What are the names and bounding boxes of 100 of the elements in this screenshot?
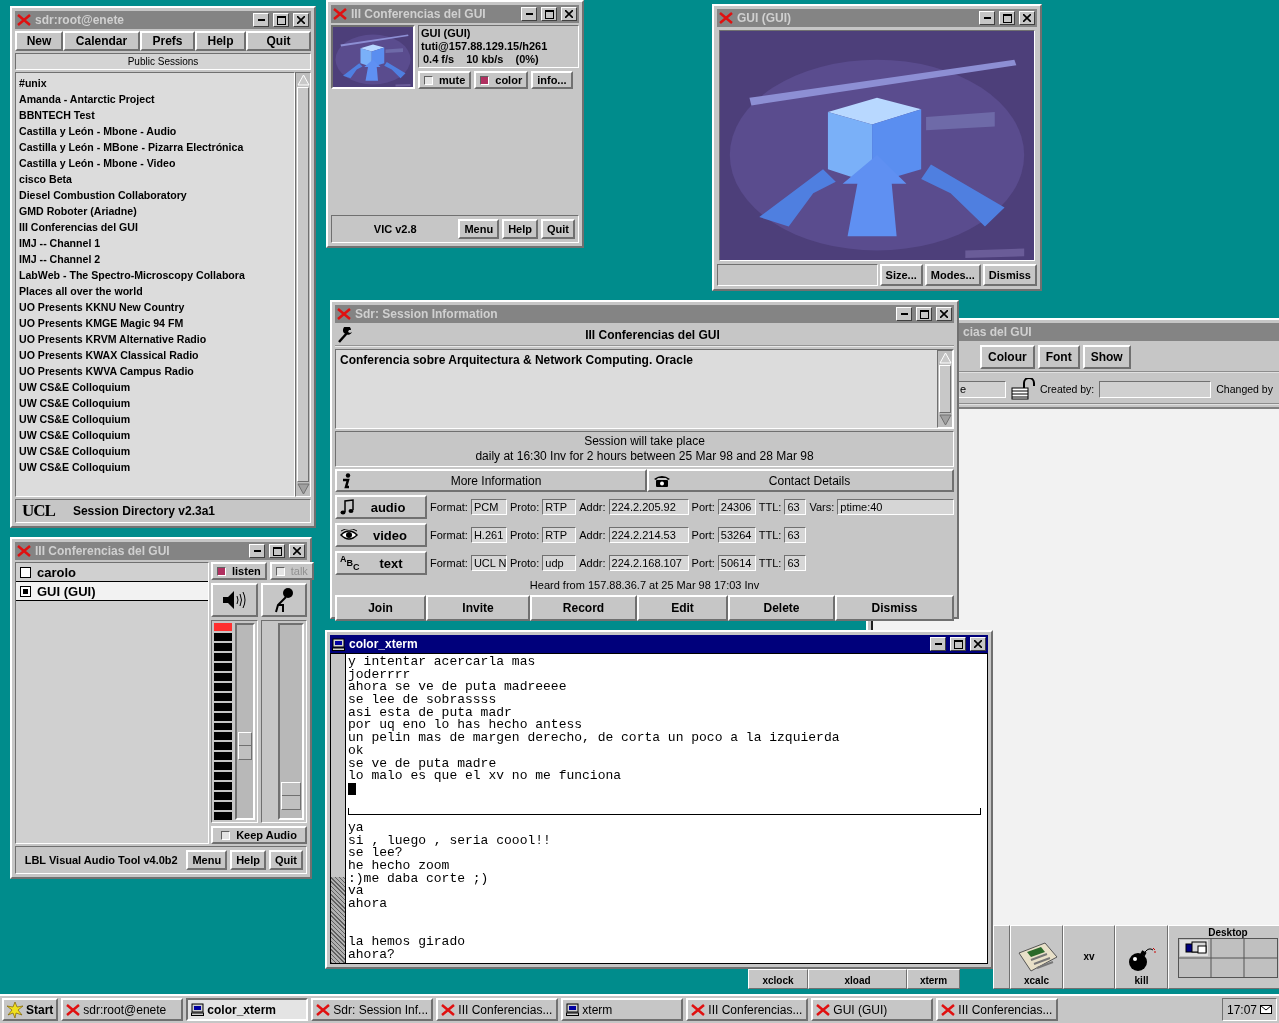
toggle-button[interactable]: mute <box>418 71 472 89</box>
maximize-button[interactable] <box>541 7 557 21</box>
menu-button[interactable]: Help <box>230 850 266 870</box>
close-button[interactable] <box>289 544 305 558</box>
session-item[interactable]: Diesel Combustion Collaboratory <box>19 187 291 203</box>
tool-button[interactable]: Show <box>1082 345 1131 369</box>
checkbox[interactable] <box>221 830 231 840</box>
info-button[interactable]: info... <box>531 71 573 89</box>
field-value[interactable]: udp <box>542 555 577 571</box>
scrollbar[interactable] <box>331 654 346 963</box>
task-button[interactable]: color_xterm <box>186 998 309 1021</box>
session-item[interactable]: UW CS&E Colloquium <box>19 411 291 427</box>
action-button[interactable]: Join <box>335 595 426 621</box>
media-button[interactable]: ABC text <box>335 551 427 575</box>
slider-thumb[interactable] <box>238 732 252 761</box>
action-button[interactable]: Invite <box>426 595 530 621</box>
minimize-button[interactable] <box>930 637 946 651</box>
details-button[interactable]: More Information <box>335 469 647 492</box>
session-item[interactable]: UO Presents KKNU New Country <box>19 299 291 315</box>
menu-button[interactable]: Menu <box>186 850 228 870</box>
session-item[interactable]: UW CS&E Colloquium <box>19 443 291 459</box>
session-item[interactable]: Castilla y León - Mbone - Audio <box>19 123 291 139</box>
session-item[interactable]: Castilla y León - Mbone - Video <box>19 155 291 171</box>
minimize-button[interactable] <box>253 13 269 27</box>
field-value[interactable]: RTP <box>542 527 577 543</box>
session-item[interactable]: UW CS&E Colloquium <box>19 459 291 475</box>
launcher-button[interactable] <box>993 925 1010 989</box>
listen-button[interactable]: listen <box>211 562 267 580</box>
microphone-button[interactable] <box>260 583 307 617</box>
session-item[interactable]: UW CS&E Colloquium <box>19 395 291 411</box>
details-button[interactable]: Contact Details <box>647 469 954 492</box>
menu-button[interactable]: Help <box>502 219 538 239</box>
task-button[interactable]: III Conferencias... <box>686 998 809 1021</box>
action-button[interactable]: Edit <box>637 595 728 621</box>
maximize-button[interactable] <box>916 307 932 321</box>
launcher-button[interactable]: xclock <box>748 969 808 989</box>
maximize-button[interactable] <box>273 13 289 27</box>
action-button[interactable]: Record <box>530 595 637 621</box>
menu-button[interactable]: Prefs <box>140 31 195 51</box>
task-button[interactable]: GUI (GUI) <box>811 998 934 1021</box>
menu-button[interactable]: New <box>15 31 63 51</box>
speaker-button[interactable] <box>211 583 258 617</box>
minimize-button[interactable] <box>979 11 995 25</box>
field-value[interactable]: 224.2.168.107 <box>608 555 689 571</box>
close-button[interactable] <box>936 307 952 321</box>
menu-button[interactable]: Help <box>195 31 246 51</box>
session-item[interactable]: III Conferencias del GUI <box>19 219 291 235</box>
field-value[interactable]: 63 <box>784 527 807 543</box>
session-item[interactable]: Amanda - Antarctic Project <box>19 91 291 107</box>
slider-thumb[interactable] <box>281 781 301 810</box>
field-value[interactable]: UCL N <box>470 555 507 571</box>
session-item[interactable]: Places all over the world <box>19 283 291 299</box>
session-item[interactable]: UO Presents KRVM Alternative Radio <box>19 331 291 347</box>
field-value[interactable]: PCM <box>470 499 507 515</box>
pager[interactable]: Desktop <box>1168 925 1279 989</box>
keep-audio-button[interactable]: Keep Audio <box>211 826 307 844</box>
session-item[interactable]: UO Presents KMGE Magic 94 FM <box>19 315 291 331</box>
session-item[interactable]: UO Presents KWAX Classical Radio <box>19 347 291 363</box>
launcher-button[interactable]: xterm <box>907 969 960 989</box>
window-button[interactable]: Dismiss <box>982 264 1037 286</box>
task-button[interactable]: III Conferencias... <box>936 998 1059 1021</box>
close-button[interactable] <box>561 7 577 21</box>
launcher-button[interactable]: xcalc <box>1010 925 1063 989</box>
maximize-button[interactable] <box>999 11 1015 25</box>
session-item[interactable]: IMJ -- Channel 1 <box>19 235 291 251</box>
tool-button[interactable]: Colour <box>980 345 1035 369</box>
maximize-button[interactable] <box>269 544 285 558</box>
field-value[interactable]: 224.2.205.92 <box>608 499 689 515</box>
session-item[interactable]: UW CS&E Colloquium <box>19 427 291 443</box>
session-item[interactable]: UW CS&E Colloquium <box>19 379 291 395</box>
menu-button[interactable]: Quit <box>269 850 303 870</box>
window-button[interactable]: Size... <box>879 264 923 286</box>
launcher-button[interactable]: xload <box>808 969 907 989</box>
field-value[interactable]: H.261 <box>470 527 507 543</box>
checkbox[interactable] <box>217 566 226 576</box>
tool-button[interactable]: Font <box>1037 345 1080 369</box>
down-arrow-icon[interactable] <box>296 483 310 495</box>
field-value[interactable]: ptime:40 <box>837 499 954 515</box>
close-button[interactable] <box>970 637 986 651</box>
field-value[interactable]: 50614 <box>717 555 756 571</box>
session-item[interactable]: #unix <box>19 75 291 91</box>
task-button[interactable]: Sdr: Session Inf... <box>311 998 434 1021</box>
down-arrow-icon[interactable] <box>938 414 952 426</box>
field-value[interactable]: 53264 <box>717 527 756 543</box>
session-item[interactable]: BBNTECH Test <box>19 107 291 123</box>
action-button[interactable]: Delete <box>728 595 835 621</box>
launcher-button[interactable]: xv <box>1063 925 1115 989</box>
start-button[interactable]: Start <box>2 998 59 1021</box>
minimize-button[interactable] <box>249 544 265 558</box>
participant-row[interactable]: GUI (GUI) <box>16 582 208 601</box>
session-item[interactable]: cisco Beta <box>19 171 291 187</box>
menu-button[interactable]: Menu <box>458 219 500 239</box>
media-button[interactable]: audio <box>335 495 427 519</box>
menu-button[interactable]: Quit <box>246 31 311 51</box>
task-button[interactable]: sdr:root@enete <box>61 998 184 1021</box>
launcher-button[interactable]: kill <box>1115 925 1168 989</box>
task-button[interactable]: III Conferencias... <box>436 998 559 1021</box>
field-value[interactable]: 63 <box>784 499 807 515</box>
session-item[interactable]: IMJ -- Channel 2 <box>19 251 291 267</box>
checkbox[interactable] <box>480 75 490 85</box>
